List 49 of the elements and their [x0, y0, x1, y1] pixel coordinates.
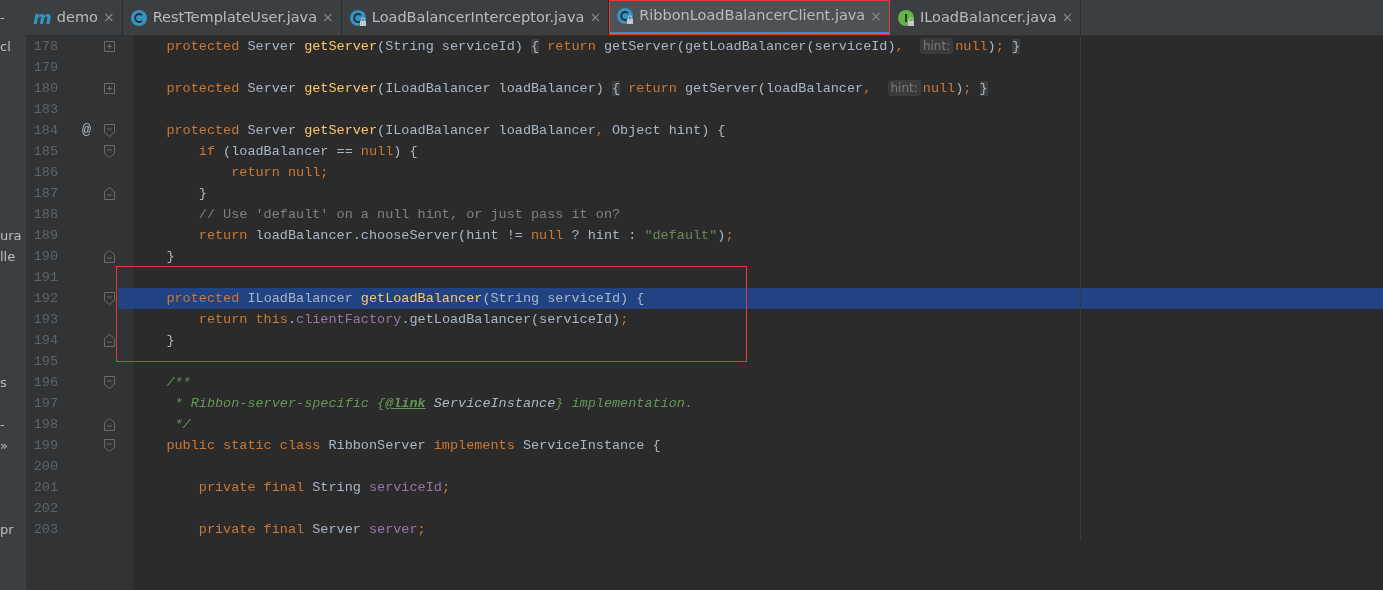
code-line: */	[118, 414, 1383, 435]
panel-label-fragment: -	[0, 417, 5, 432]
collapse-fold-icon[interactable]	[103, 187, 115, 200]
collapse-fold-icon[interactable]	[103, 376, 115, 389]
override-marker: @	[82, 122, 91, 139]
collapse-fold-icon[interactable]	[103, 418, 115, 431]
code-line: }	[118, 246, 1383, 267]
code-line: public static class RibbonServer implements ServiceInstance {	[118, 435, 1383, 456]
panel-label-fragment: »	[0, 438, 8, 453]
code-line: }	[118, 183, 1383, 204]
code-line: /**	[118, 372, 1383, 393]
close-icon[interactable]: ×	[322, 7, 334, 28]
collapse-fold-icon[interactable]	[103, 250, 115, 263]
tab-label: LoadBalancerInterceptor.java	[371, 7, 585, 27]
expand-fold-icon[interactable]	[103, 40, 115, 53]
editor-tab[interactable]: RibbonLoadBalancerClient.java ×	[609, 0, 890, 35]
panel-label-fragment: cl	[0, 39, 11, 54]
close-icon[interactable]: ×	[1061, 7, 1074, 28]
close-icon[interactable]: ×	[589, 7, 602, 28]
close-icon[interactable]: ×	[102, 7, 115, 28]
panel-label-fragment: ura	[0, 228, 22, 243]
tab-label: ILoadBalancer.java	[920, 7, 1057, 27]
tab-label: demo	[56, 7, 98, 27]
code-line: private final String serviceId;	[118, 477, 1383, 498]
collapse-fold-icon[interactable]	[103, 439, 115, 452]
collapse-fold-icon[interactable]	[103, 334, 115, 347]
tab-label: RestTemplateUser.java	[152, 7, 318, 27]
panel-label-fragment: -	[0, 10, 5, 25]
code-line: return loadBalancer.chooseServer(hint != null ? hint : "default");	[118, 225, 1383, 246]
collapse-fold-icon[interactable]	[103, 145, 115, 158]
code-line: * Ribbon-server-specific {@link ServiceInstance} implementation.	[118, 393, 1383, 414]
panel-label-fragment: lle	[0, 249, 16, 264]
code-line: return null;	[118, 162, 1383, 183]
code-line: protected Server getServer(ILoadBalancer loadBalancer, Object hint) {	[118, 120, 1383, 141]
panel-label-fragment: pr	[0, 522, 14, 537]
code-line: }	[118, 330, 1383, 351]
code-line: protected Server getServer(String serviceId) { return getServer(getLoadBalancer(serviceId), hint: null); }	[118, 36, 1383, 57]
tab-label: RibbonLoadBalancerClient.java	[639, 6, 866, 26]
close-icon[interactable]: ×	[870, 5, 882, 27]
expand-fold-icon[interactable]	[103, 82, 115, 95]
code-line: // Use 'default' on a null hint, or just pass it on?	[118, 204, 1383, 225]
code-line: return this.clientFactory.getLoadBalancer(serviceId);	[118, 309, 1383, 330]
collapse-fold-icon[interactable]	[103, 292, 115, 305]
panel-label-fragment: s	[0, 375, 7, 390]
code-line: protected Server getServer(ILoadBalancer loadBalancer) { return getServer(loadBalancer, hint: null); }	[118, 78, 1383, 99]
code-line: if (loadBalancer == null) {	[118, 141, 1383, 162]
module-icon: m	[33, 8, 52, 27]
collapse-fold-icon[interactable]	[103, 124, 115, 137]
code-line: private final Server server;	[118, 519, 1383, 540]
